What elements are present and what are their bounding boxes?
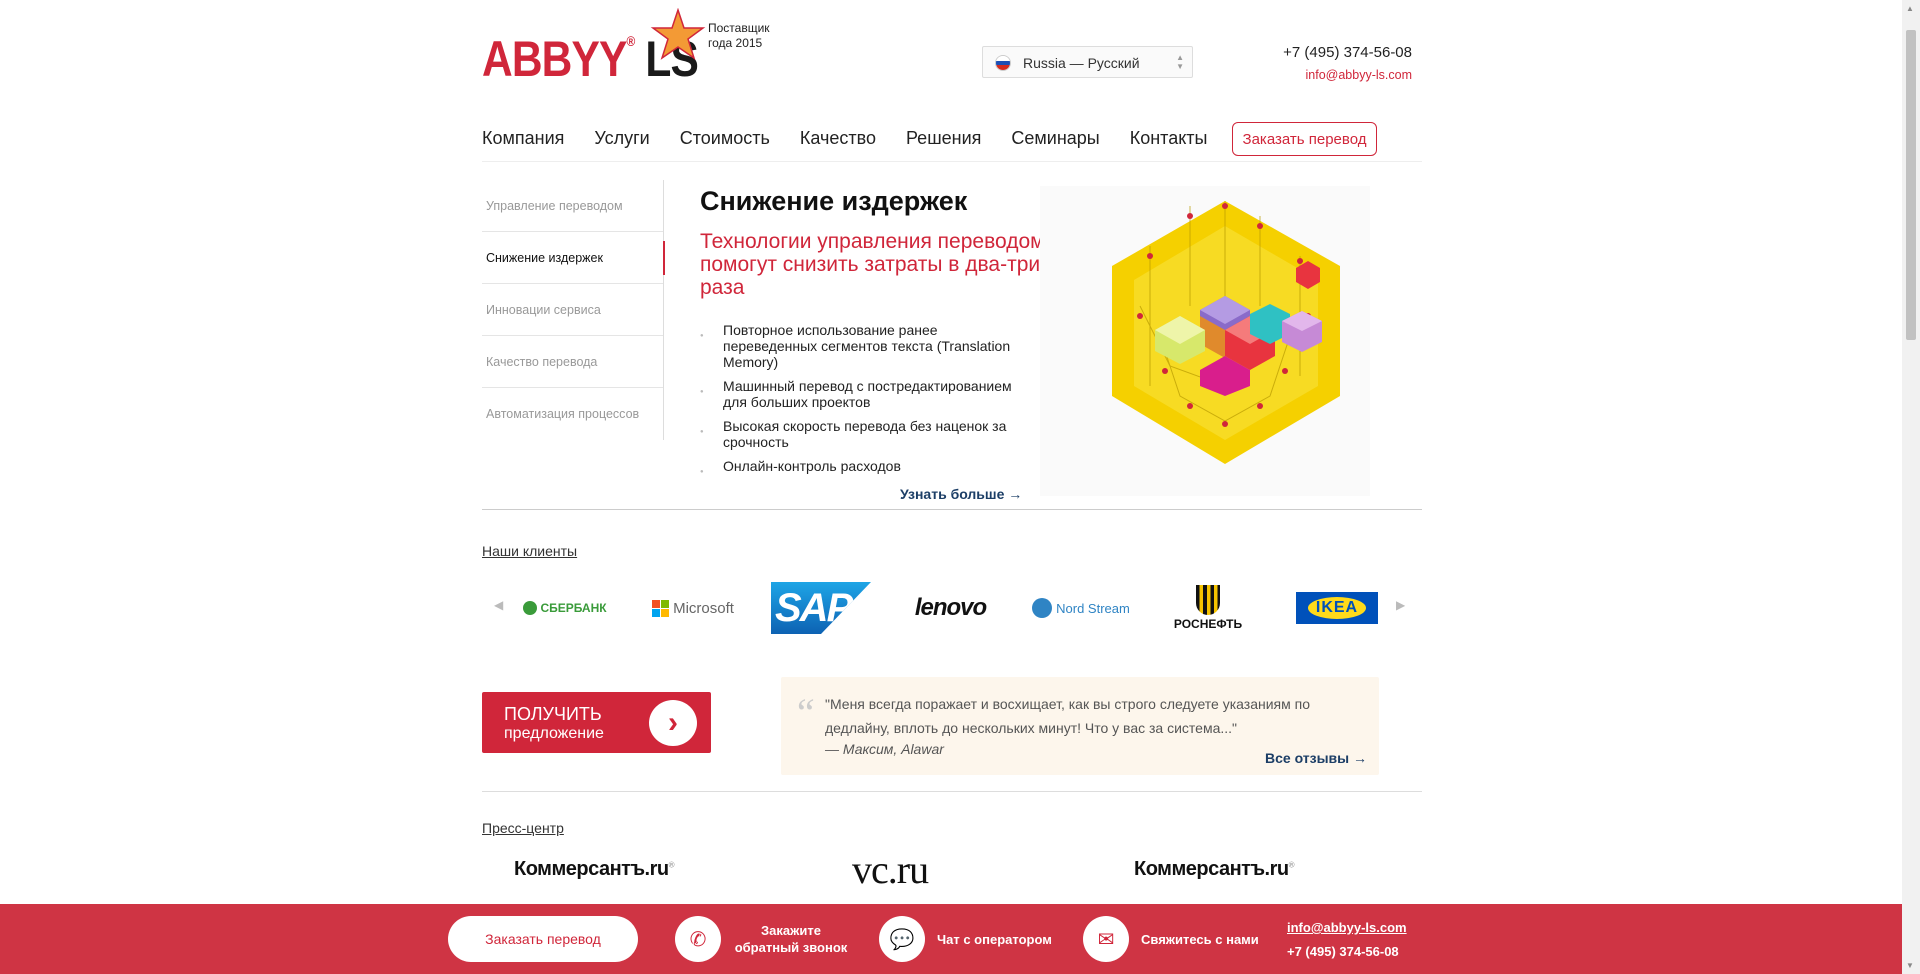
microsoft-logo[interactable]: Microsoft xyxy=(648,580,738,636)
header-phone[interactable]: +7 (495) 374-56-08 xyxy=(1212,44,1412,61)
footer-contacts: info@abbyy-ls.com +7 (495) 374-56-08 xyxy=(1287,916,1407,964)
callback-request-button[interactable]: ✆ Закажите обратный звонок xyxy=(675,916,849,962)
microsoft-logo-text: Microsoft xyxy=(673,599,734,617)
mail-icon: ✉ xyxy=(1083,916,1129,962)
lenovo-logo-text: lenovo xyxy=(914,594,987,621)
list-item: Машинный перевод с постредактированием д… xyxy=(700,378,1030,410)
select-arrows-icon: ▲ ▼ xyxy=(1176,53,1184,71)
page-scrollbar[interactable]: ▲ ▼ xyxy=(1902,0,1920,974)
chevron-right-icon: › xyxy=(649,700,697,746)
testimonial-text: "Меня всегда поражает и восхищает, как в… xyxy=(825,696,1311,736)
main-nav: Компания Услуги Стоимость Качество Решен… xyxy=(482,120,1377,156)
kommersant-logo[interactable]: Коммерсантъ.ru® xyxy=(514,858,675,881)
nav-divider xyxy=(482,161,1422,162)
callback-label: Закажите обратный звонок xyxy=(734,923,848,955)
sap-logo-text: SAP xyxy=(775,585,853,630)
side-menu: Управление переводом Снижение издержек И… xyxy=(482,180,665,440)
nav-services[interactable]: Услуги xyxy=(594,128,649,149)
page-title: Снижение издержек xyxy=(700,186,968,216)
side-item-process-automation[interactable]: Автоматизация процессов xyxy=(482,388,663,440)
nordstream-logo[interactable]: Nord Stream xyxy=(1028,580,1134,636)
carousel-next-icon[interactable]: ▶ xyxy=(1396,598,1405,612)
globe-icon xyxy=(1032,598,1053,618)
kommersant-logo[interactable]: Коммерсантъ.ru® xyxy=(1134,858,1295,881)
chat-operator-button[interactable]: 💬 Чат с оператором xyxy=(879,916,1052,962)
contact-us-button[interactable]: ✉ Свяжитесь с нами xyxy=(1083,916,1259,962)
testimonial-author: — Максим, Alawar xyxy=(825,741,944,757)
rosneft-emblem-icon xyxy=(1196,585,1220,615)
nordstream-logo-text: Nord Stream xyxy=(1056,600,1130,616)
vcru-logo-text: vc.ru xyxy=(852,847,929,892)
get-offer-button[interactable]: ПОЛУЧИТЬ предложение › xyxy=(482,692,711,753)
cost-reduction-illustration xyxy=(1040,186,1370,496)
rosneft-logo[interactable]: РОСНЕФТЬ xyxy=(1160,580,1256,636)
sticky-contact-bar: Заказать перевод ✆ Закажите обратный зво… xyxy=(0,904,1902,974)
scroll-up-icon[interactable]: ▲ xyxy=(1906,4,1914,13)
award-text: Поставщик года 2015 xyxy=(708,21,770,50)
russia-flag-icon xyxy=(995,55,1011,71)
ikea-logo-text: IKEA xyxy=(1307,597,1367,619)
quote-icon: “ xyxy=(793,690,816,735)
get-offer-line1: ПОЛУЧИТЬ xyxy=(504,704,602,724)
section-divider xyxy=(482,509,1422,510)
side-item-translation-management[interactable]: Управление переводом xyxy=(482,180,663,232)
nav-company[interactable]: Компания xyxy=(482,128,564,149)
get-offer-line2: предложение xyxy=(504,725,604,742)
list-item: Высокая скорость перевода без наценок за… xyxy=(700,418,1030,450)
nav-pricing[interactable]: Стоимость xyxy=(680,128,770,149)
section-divider xyxy=(482,791,1422,792)
footer-order-button[interactable]: Заказать перевод xyxy=(448,916,638,962)
rosneft-logo-text: РОСНЕФТЬ xyxy=(1173,617,1243,631)
side-item-cost-reduction[interactable]: Снижение издержек xyxy=(482,232,665,284)
side-item-translation-quality[interactable]: Качество перевода xyxy=(482,336,663,388)
footer-phone[interactable]: +7 (495) 374-56-08 xyxy=(1287,940,1407,964)
chat-icon: 💬 xyxy=(879,916,925,962)
sberbank-logo[interactable]: СБЕРБАНК xyxy=(520,580,610,636)
language-select[interactable]: Russia — Русский ▲ ▼ xyxy=(982,46,1193,78)
sap-logo[interactable]: SAP xyxy=(771,582,871,634)
kommersant-logo-text: Коммерсантъ.ru xyxy=(1134,858,1289,880)
learn-more-link[interactable]: Узнать больше → xyxy=(900,486,1022,502)
lenovo-logo[interactable]: lenovo xyxy=(898,580,1003,636)
header-email-link[interactable]: info@abbyy-ls.com xyxy=(1212,68,1412,82)
contact-label: Свяжитесь с нами xyxy=(1141,931,1259,947)
benefits-list: Повторное использование ранее переведенн… xyxy=(700,322,1030,482)
list-item: Онлайн-контроль расходов xyxy=(700,458,1030,480)
clients-title-link[interactable]: Наши клиенты xyxy=(482,543,577,559)
footer-email-link[interactable]: info@abbyy-ls.com xyxy=(1287,916,1407,940)
phone-icon: ✆ xyxy=(675,916,721,962)
kommersant-logo-text: Коммерсантъ.ru xyxy=(514,858,669,880)
list-item: Повторное использование ранее переведенн… xyxy=(700,322,1030,370)
language-select-value: Russia — Русский xyxy=(1023,55,1140,71)
carousel-prev-icon[interactable]: ◀ xyxy=(494,598,503,612)
abbyy-ls-logo[interactable]: ABBYY® LS Поставщик года 2015 xyxy=(482,8,792,90)
order-translation-button[interactable]: Заказать перевод xyxy=(1232,122,1377,156)
vcru-logo[interactable]: vc.ru xyxy=(852,846,929,893)
page-subtitle: Технологии управления переводом помогут … xyxy=(700,230,1045,299)
nav-quality[interactable]: Качество xyxy=(800,128,876,149)
microsoft-windows-icon xyxy=(652,599,670,617)
nav-contacts[interactable]: Контакты xyxy=(1130,128,1208,149)
award-star-icon xyxy=(650,8,706,60)
scrollbar-thumb[interactable] xyxy=(1906,30,1916,340)
scroll-down-icon[interactable]: ▼ xyxy=(1906,961,1914,970)
press-center-link[interactable]: Пресс-центр xyxy=(482,820,564,836)
all-reviews-link[interactable]: Все отзывы → xyxy=(1265,750,1367,766)
nav-seminars[interactable]: Семинары xyxy=(1011,128,1099,149)
chat-label: Чат с оператором xyxy=(937,931,1052,947)
testimonial-box: “ "Меня всегда поражает и восхищает, как… xyxy=(781,677,1379,775)
side-item-service-innovation[interactable]: Инновации сервиса xyxy=(482,284,663,336)
page: ABBYY® LS Поставщик года 2015 Russia — Р… xyxy=(0,0,1902,974)
sberbank-logo-text: СБЕРБАНК xyxy=(540,601,607,615)
nav-solutions[interactable]: Решения xyxy=(906,128,981,149)
ikea-logo[interactable]: IKEA xyxy=(1296,592,1378,624)
